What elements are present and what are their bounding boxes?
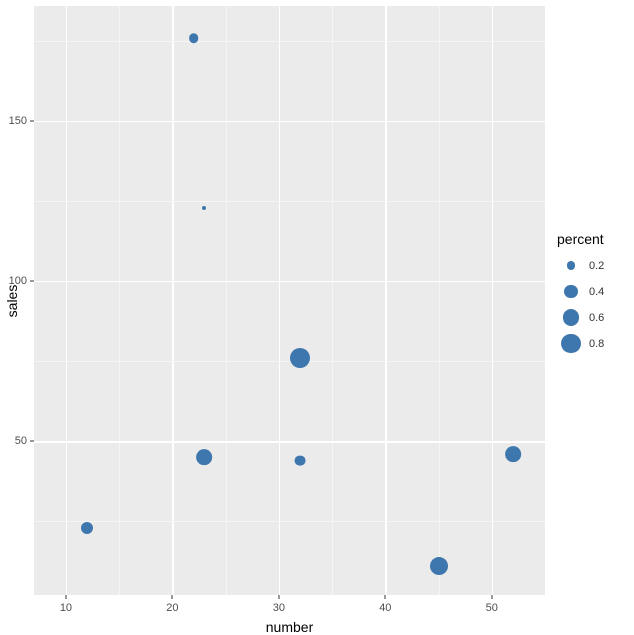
- legend-item: 0.2: [557, 253, 604, 279]
- grid-major-v: [385, 6, 386, 595]
- legend-label: 0.2: [589, 260, 604, 272]
- legend-swatch: [557, 253, 585, 279]
- circle-icon: [563, 309, 579, 325]
- circle-icon: [567, 261, 575, 269]
- legend-item: 0.6: [557, 305, 604, 331]
- tick-mark-x: [65, 595, 66, 599]
- grid-minor-h: [34, 521, 545, 522]
- grid-minor-h: [34, 41, 545, 42]
- x-tick-label: 20: [166, 602, 178, 614]
- grid-minor-v: [119, 6, 120, 595]
- legend-item: 0.4: [557, 279, 604, 305]
- grid-major-v: [279, 6, 280, 595]
- legend-swatch: [557, 305, 585, 331]
- tick-mark-x: [278, 595, 279, 599]
- data-point: [196, 450, 212, 466]
- tick-mark-y: [30, 121, 34, 122]
- y-axis-label: sales: [4, 284, 20, 317]
- tick-mark-x: [172, 595, 173, 599]
- legend-label: 0.8: [589, 338, 604, 350]
- data-point: [189, 33, 199, 43]
- tick-mark-x: [385, 595, 386, 599]
- y-tick-label: 50: [15, 435, 27, 447]
- legend-item: 0.8: [557, 331, 604, 357]
- grid-major-h: [34, 441, 545, 442]
- grid-minor-v: [332, 6, 333, 595]
- legend-title: percent: [557, 231, 604, 247]
- data-point: [290, 348, 310, 368]
- y-tick-label: 150: [9, 115, 27, 127]
- chart-container: 102030405050100150 number sales percent …: [0, 0, 634, 633]
- grid-major-v: [66, 6, 67, 595]
- grid-major-h: [34, 121, 545, 122]
- data-point: [202, 206, 206, 210]
- circle-icon: [564, 285, 577, 298]
- circle-icon: [561, 334, 580, 353]
- plot-panel: 102030405050100150: [34, 6, 545, 595]
- x-tick-label: 50: [486, 602, 498, 614]
- x-tick-label: 40: [379, 602, 391, 614]
- legend: percent 0.2 0.4 0.6 0.8: [557, 231, 604, 357]
- legend-swatch: [557, 279, 585, 305]
- grid-major-v: [172, 6, 173, 595]
- x-tick-label: 30: [273, 602, 285, 614]
- grid-minor-h: [34, 361, 545, 362]
- data-point: [81, 522, 93, 534]
- legend-label: 0.4: [589, 286, 604, 298]
- legend-label: 0.6: [589, 312, 604, 324]
- legend-swatch: [557, 331, 585, 357]
- tick-mark-x: [491, 595, 492, 599]
- data-point: [505, 446, 521, 462]
- tick-mark-y: [30, 281, 34, 282]
- grid-minor-v: [439, 6, 440, 595]
- x-tick-label: 10: [60, 602, 72, 614]
- grid-major-h: [34, 281, 545, 282]
- grid-minor-v: [226, 6, 227, 595]
- data-point: [295, 455, 306, 466]
- tick-mark-y: [30, 441, 34, 442]
- grid-minor-h: [34, 201, 545, 202]
- grid-major-v: [492, 6, 493, 595]
- data-point: [430, 557, 448, 575]
